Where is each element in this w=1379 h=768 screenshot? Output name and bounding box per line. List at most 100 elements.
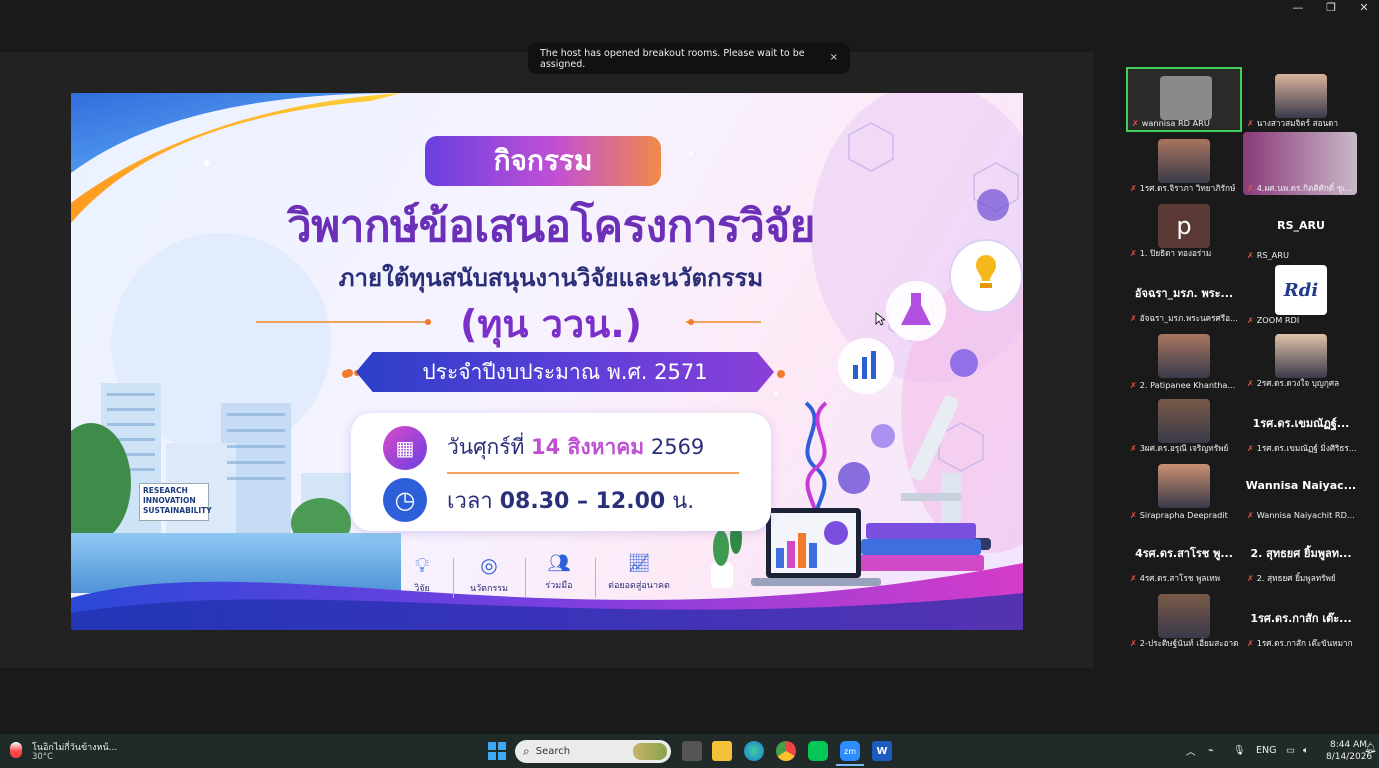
participant-video: [1275, 74, 1327, 118]
time-line: เวลา 08.30 – 12.00 น.: [447, 483, 694, 518]
start-button[interactable]: [488, 742, 506, 760]
participant-tile[interactable]: ✗ wannisa RD ARU: [1126, 67, 1242, 132]
muted-mic-icon: ✗: [1247, 119, 1254, 128]
restore-icon[interactable]: ❐: [1316, 0, 1346, 14]
notification-text: The host has opened breakout rooms. Plea…: [540, 47, 805, 70]
participant-name: ZOOM RDI: [1256, 315, 1300, 325]
participant-name: 4.ผศ.นพ.ดร.กิตติศักดิ์ ชูเ...: [1256, 183, 1353, 193]
clock-time[interactable]: 8:44 AM: [1330, 740, 1367, 750]
chrome-browser-icon[interactable]: [776, 741, 796, 761]
calendar-icon: ▦: [383, 426, 427, 470]
line-app-icon[interactable]: [808, 741, 828, 761]
time-value: 08.30 – 12.00: [499, 489, 666, 514]
participant-tile[interactable]: ✗ 2-ประดิษฐ์นันท์ เอี่ยมสะอาด: [1126, 587, 1242, 652]
participant-name: 1. ปิยธิดา ทองอร่าม: [1139, 248, 1212, 258]
participant-tile[interactable]: ✗ 2รศ.ดร.ดวงใจ บุญกุศล: [1243, 327, 1359, 392]
lightbulb-icon: 💡︎: [415, 553, 429, 577]
muted-mic-icon: ✗: [1247, 639, 1254, 648]
muted-mic-icon: ✗: [1132, 119, 1139, 128]
participant-tile[interactable]: 4รศ.ดร.สาโรช พู... ✗ 4รศ.ดร.สาโรช พูลเทพ: [1126, 522, 1242, 587]
participant-tile[interactable]: ✗ Sirapraphа Deepradit: [1126, 457, 1242, 522]
participant-name-label: ✗ 1รศ.ดร.เขมณัฏฐ์ มิ่งศิริธร...: [1247, 442, 1357, 455]
icon-item-research: 💡︎ วิจัย: [391, 553, 453, 595]
participant-name-label: ✗ Wannisa Naiyachit RD...: [1247, 510, 1355, 520]
network-icon[interactable]: ⌁: [1208, 745, 1214, 756]
participant-name-label: ✗ wannisa RD ARU: [1132, 118, 1210, 128]
participant-name-label: ✗ 1. ปิยธิดา ทองอร่าม: [1130, 247, 1211, 260]
word-app-icon[interactable]: W: [872, 741, 892, 761]
volume-icon[interactable]: 🔈︎: [1303, 745, 1309, 756]
icon-item-future: 📈︎ ต่อยอดสู่อนาคต: [597, 553, 681, 592]
microphone-icon[interactable]: 🎙︎: [1233, 745, 1245, 756]
participant-tile[interactable]: ✗ 1รศ.ดร.จิราภา วิทยาภิรักษ์: [1126, 132, 1242, 197]
participant-tile[interactable]: ✗ นางสาวสมจิตร์ สอนดา: [1243, 67, 1359, 132]
participant-tile[interactable]: อัจฉรา_มรภ. พระ... ✗ อัจฉรา_มรภ.พระนครศรีอ…: [1126, 262, 1242, 327]
participant-name: Wannisa Naiyachit RD...: [1256, 510, 1355, 520]
participant-name: wannisa RD ARU: [1141, 118, 1210, 128]
slide-title: วิพากษ์ข้อเสนอโครงการวิจัย: [287, 201, 815, 252]
participant-tile[interactable]: ✗ 4.ผศ.นพ.ดร.กิตติศักดิ์ ชูเ...: [1243, 132, 1359, 197]
participant-display-name: RS_ARU: [1277, 219, 1325, 232]
display-icon[interactable]: ▭: [1286, 745, 1295, 756]
rdi-logo: Rdi: [1275, 265, 1327, 315]
participant-tile[interactable]: p ✗ 1. ปิยธิดา ทองอร่าม: [1126, 197, 1242, 262]
file-explorer-icon[interactable]: [712, 741, 732, 761]
time-prefix: เวลา: [447, 489, 493, 514]
zoom-app-icon[interactable]: zm: [840, 741, 860, 761]
language-indicator[interactable]: ENG: [1256, 745, 1276, 756]
participant-tile[interactable]: 1รศ.ดร.เขมณัฏฐ์... ✗ 1รศ.ดร.เขมณัฏฐ์ มิ่งศ…: [1243, 392, 1359, 457]
slide-subtitle: ภายใต้ทุนสนับสนุนงานวิจัยและนวัตกรรม: [338, 264, 764, 292]
participant-tile[interactable]: ✗ 3ผศ.ดร.อรุณี เจริญทรัพย์: [1126, 392, 1242, 457]
chevron-up-icon[interactable]: ︿: [1186, 744, 1196, 758]
close-window-icon[interactable]: ✕: [1349, 0, 1379, 14]
muted-mic-icon: ✗: [1247, 574, 1254, 583]
muted-mic-icon: ✗: [1247, 251, 1254, 260]
bottom-icon-row: 💡︎ วิจัย ◎ นวัตกรรม 👥︎ ร่วมมือ 📈︎ ต่อยอด…: [391, 553, 681, 608]
participant-name: 3ผศ.ดร.อรุณี เจริญทรัพย์: [1139, 443, 1229, 453]
participant-tile[interactable]: 2. สุทธยศ ยิ้มพูลท... ✗ 2. สุทธยศ ยิ้มพูลท…: [1243, 522, 1359, 587]
participant-name-label: ✗ 2. Patipanee Khantha...: [1130, 380, 1235, 390]
participant-display-name: 2. สุทธยศ ยิ้มพูลท...: [1250, 547, 1352, 560]
breakout-notification: The host has opened breakout rooms. Plea…: [528, 43, 850, 74]
temperature: 30°C: [32, 752, 54, 762]
participant-video: [1158, 399, 1210, 443]
activity-label: กิจกรรม: [425, 136, 661, 186]
participant-name: Sirapraphа Deepradit: [1139, 510, 1228, 520]
search-box[interactable]: ⌕ Search: [515, 740, 671, 763]
participant-name: นางสาวสมจิตร์ สอนดา: [1256, 118, 1339, 128]
muted-mic-icon: ✗: [1130, 444, 1137, 453]
participant-name: 2-ประดิษฐ์นันท์ เอี่ยมสะอาด: [1139, 638, 1239, 648]
participant-tile[interactable]: Rdi ✗ ZOOM RDI: [1243, 262, 1359, 327]
participant-name: 1รศ.ดร.กาสัก เต๊ะขันหมาก: [1256, 638, 1353, 648]
participant-name-label: ✗ อัจฉรา_มรภ.พระนครศรีอ...: [1130, 312, 1238, 325]
participant-video: [1158, 594, 1210, 638]
edge-browser-icon[interactable]: [744, 741, 764, 761]
participant-name-label: ✗ 2. สุทธยศ ยิ้มพูลทรัพย์: [1247, 572, 1336, 585]
muted-mic-icon: ✗: [1130, 249, 1137, 258]
thermometer-icon: [10, 742, 22, 758]
notification-bell-icon[interactable]: 🔔︎: [1364, 743, 1377, 754]
muted-mic-icon: ✗: [1130, 511, 1137, 520]
participant-tile[interactable]: ✗ 2. Patipanee Khantha...: [1126, 327, 1242, 392]
task-view-icon[interactable]: [682, 741, 702, 761]
avatar: p: [1158, 204, 1210, 248]
participant-video: [1160, 76, 1212, 120]
time-unit: น.: [672, 489, 695, 514]
target-icon: ◎: [480, 553, 498, 577]
close-notification-icon[interactable]: ×: [830, 52, 838, 63]
participant-display-name: 4รศ.ดร.สาโรช พู...: [1135, 547, 1233, 560]
participant-name: 2. สุทธยศ ยิ้มพูลทรัพย์: [1256, 573, 1336, 583]
participant-name-label: ✗ 1รศ.ดร.จิราภา วิทยาภิรักษ์: [1130, 182, 1235, 195]
participant-display-name: Wannisa Naiyac...: [1245, 479, 1357, 492]
participant-tile[interactable]: 1รศ.ดร.กาสัก เต๊ะ... ✗ 1รศ.ดร.กาสัก เต๊ะขั…: [1243, 587, 1359, 652]
icon-item-innovation: ◎ นวัตกรรม: [457, 553, 521, 595]
participant-tile[interactable]: RS_ARU ✗ RS_ARU: [1243, 197, 1359, 262]
participant-name-label: ✗ ZOOM RDI: [1247, 315, 1299, 325]
muted-mic-icon: ✗: [1130, 381, 1137, 390]
minimize-icon[interactable]: —: [1283, 0, 1313, 14]
date-line: วันศุกร์ที่ 14 สิงหาคม 2569: [447, 431, 704, 464]
participant-tile[interactable]: Wannisa Naiyac... ✗ Wannisa Naiyachit RD..…: [1243, 457, 1359, 522]
participant-name-label: ✗ 4รศ.ดร.สาโรช พูลเทพ: [1130, 572, 1220, 585]
muted-mic-icon: ✗: [1247, 444, 1254, 453]
sign-line-1: RESEARCH: [143, 486, 188, 495]
